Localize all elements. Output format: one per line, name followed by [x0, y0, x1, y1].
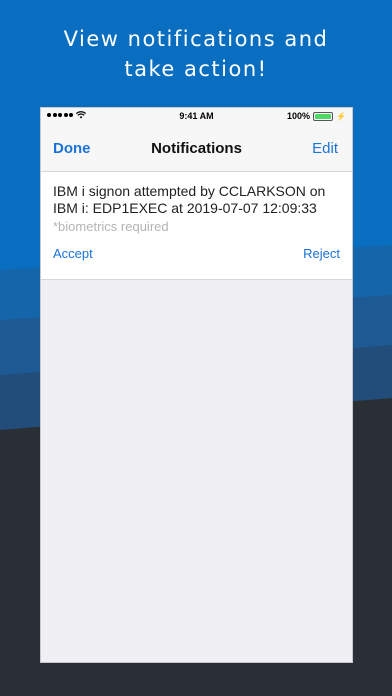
reject-button[interactable]: Reject: [303, 246, 340, 261]
bolt-icon: ⚡: [336, 111, 346, 121]
notification-card: IBM i signon attempted by CCLARKSON on I…: [41, 172, 352, 280]
headline: View notifications and take action!: [0, 24, 392, 84]
battery-icon: [313, 111, 334, 121]
notification-line-2: IBM i: EDP1EXEC at 2019-07-07 12:09:33: [53, 200, 317, 216]
page-title: Notifications: [151, 140, 242, 157]
status-bar: 9:41 AM 100% ⚡: [41, 108, 352, 126]
edit-button[interactable]: Edit: [312, 140, 338, 157]
notification-line-1: IBM i signon attempted by CCLARKSON on: [53, 183, 326, 199]
biometrics-note: *biometrics required: [53, 219, 169, 234]
notification-message: IBM i signon attempted by CCLARKSON on I…: [53, 183, 340, 217]
phone-screen: 9:41 AM 100% ⚡ Done Notifications Edit I…: [40, 107, 353, 663]
navigation-bar: Done Notifications Edit: [41, 126, 352, 172]
headline-line-1: View notifications and: [63, 27, 329, 51]
battery-percent: 100%: [287, 111, 311, 121]
headline-line-2: take action!: [124, 57, 268, 81]
accept-button[interactable]: Accept: [53, 246, 93, 261]
